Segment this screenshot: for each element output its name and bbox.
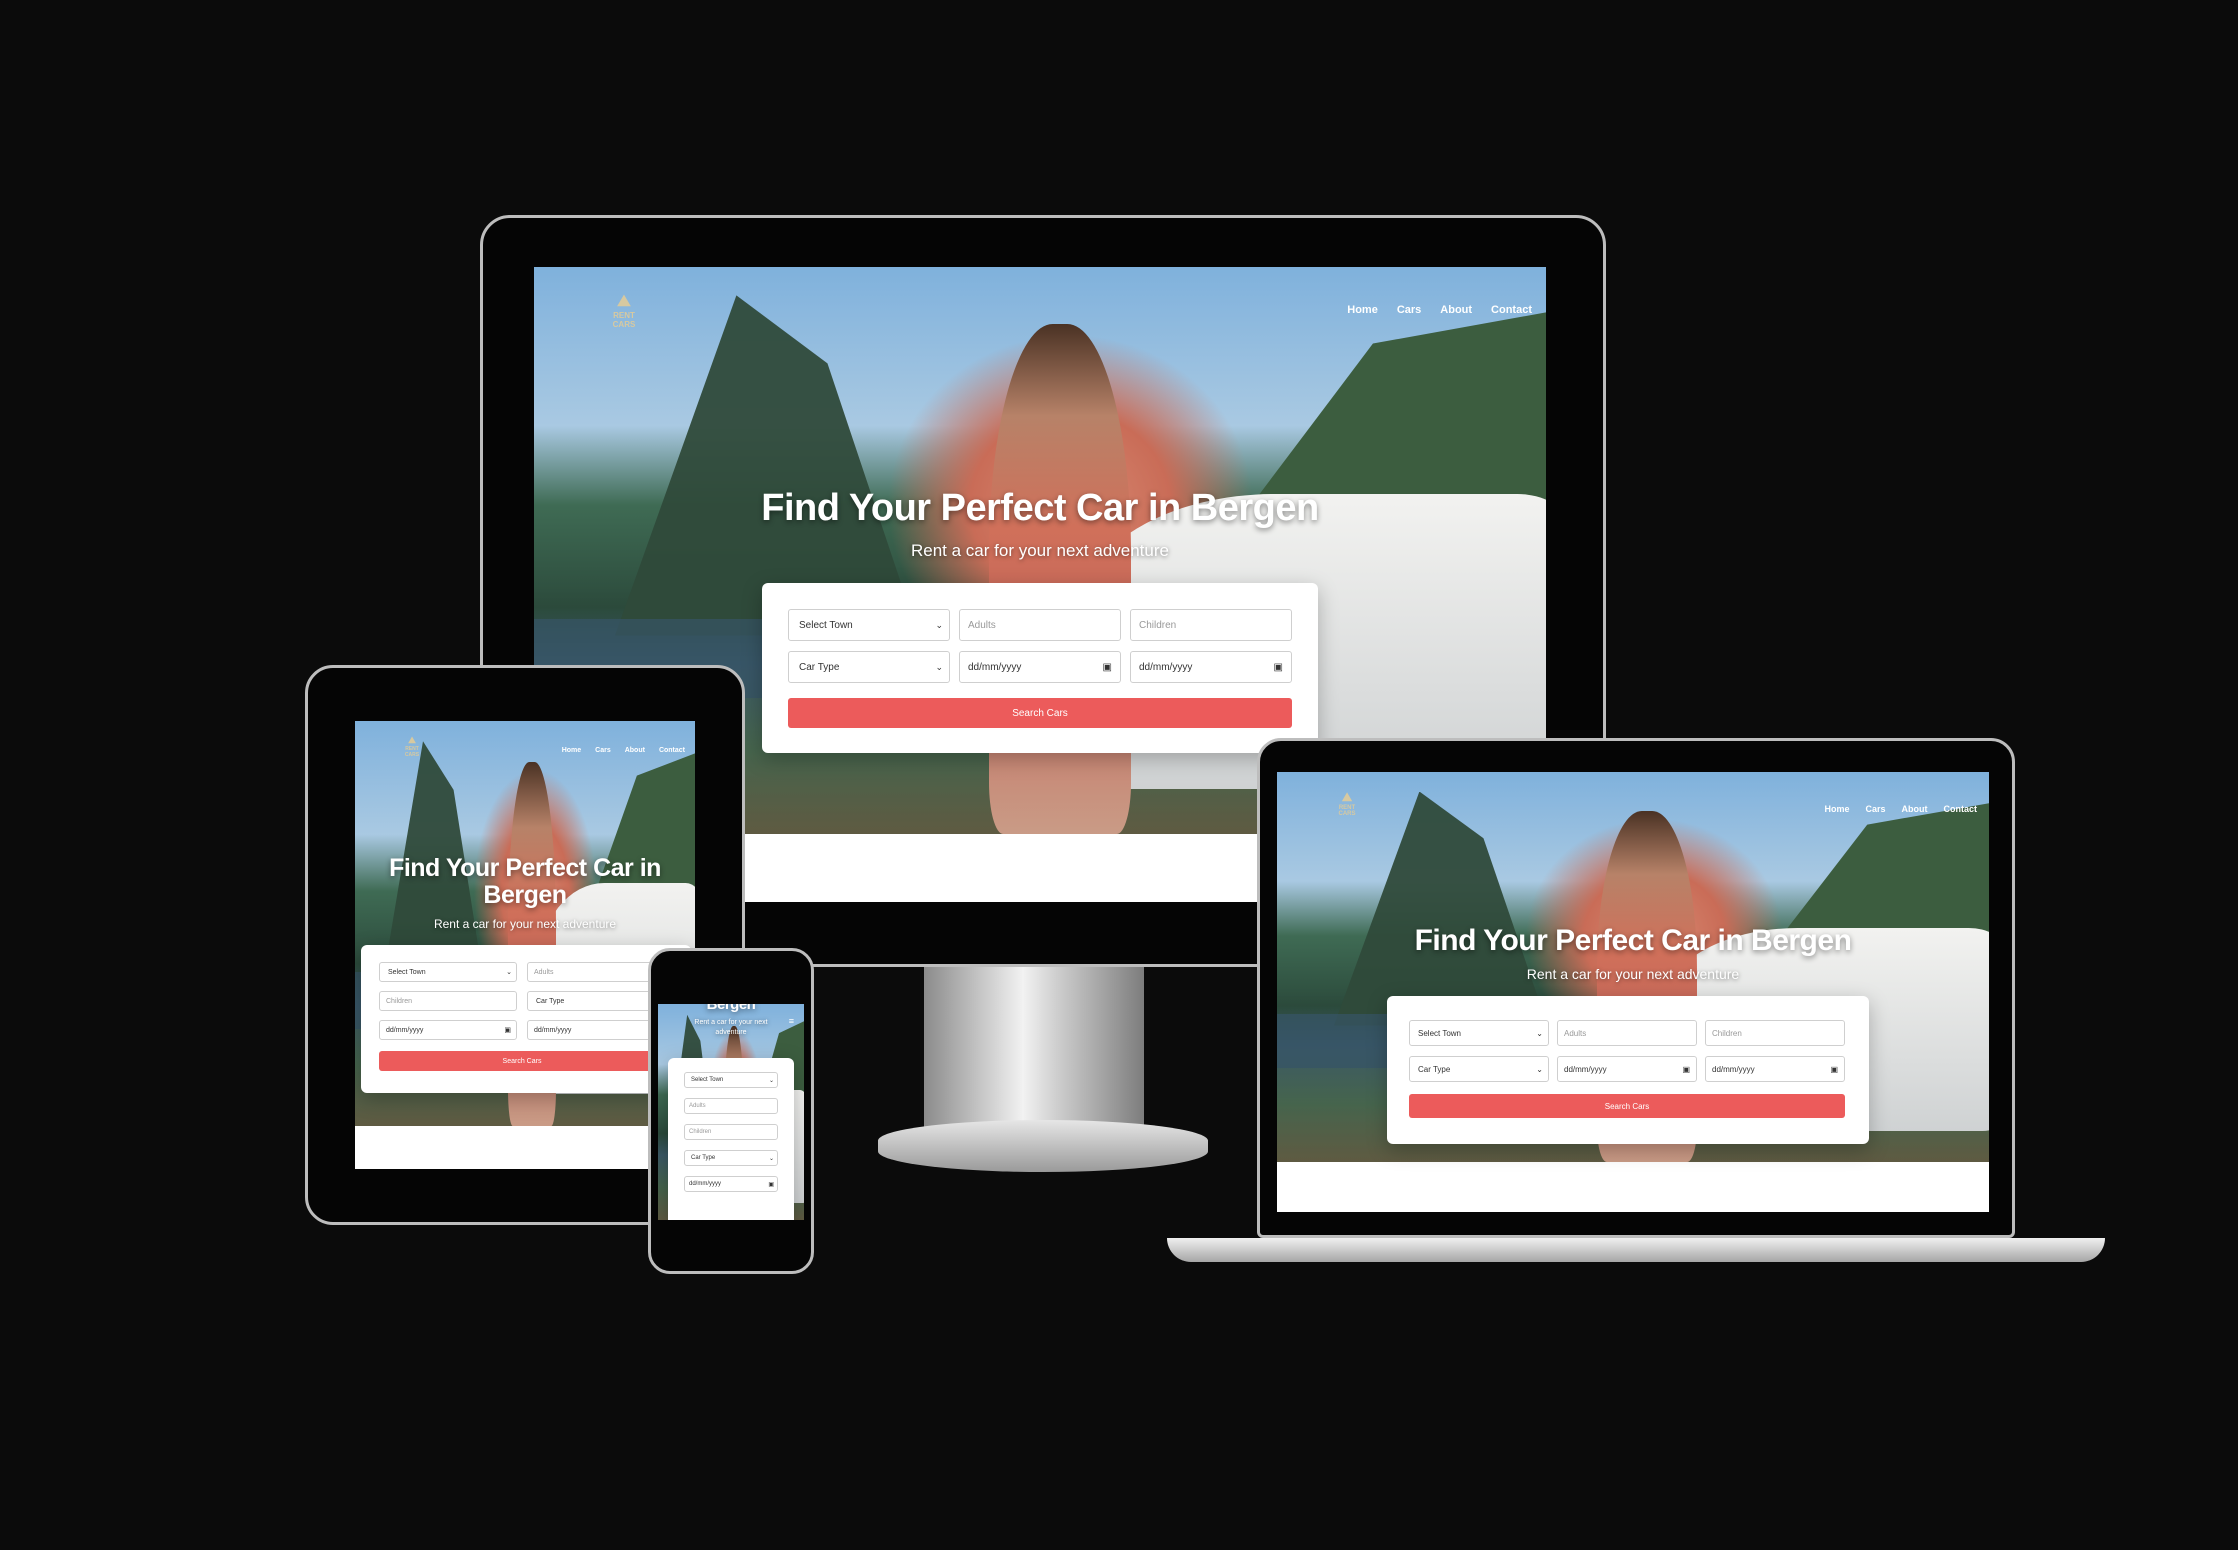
town-select[interactable]: Select Town ⌄ — [788, 609, 950, 641]
calendar-icon[interactable]: ▣ — [768, 1181, 774, 1188]
nav-home[interactable]: Home — [1824, 804, 1849, 814]
search-cars-button[interactable]: Search Cars — [1409, 1094, 1845, 1118]
date-to-input[interactable]: dd/mm/yyyy ▣ — [1705, 1056, 1845, 1082]
chevron-down-icon: ⌄ — [935, 619, 943, 630]
phone: Bergen Rent a car for your next adventure… — [648, 948, 814, 1274]
hero-subtitle: Rent a car for your next adventure — [1526, 966, 1740, 982]
date-to-input[interactable]: dd/mm/yyyy ▣ — [1130, 651, 1292, 683]
date-from-input[interactable]: dd/mm/yyyy ▣ — [1557, 1056, 1697, 1082]
search-form: Select Town ⌄ Adults Children Car Type ⌄ d… — [668, 1058, 794, 1220]
adults-input[interactable]: Adults — [959, 609, 1121, 641]
car-type-select[interactable]: Car Type ⌄ — [684, 1150, 778, 1166]
site-logo[interactable]: ⛰ RENT CARS — [606, 293, 642, 329]
nav-contact[interactable]: Contact — [659, 747, 685, 754]
site-logo[interactable]: ⛰ RENT CARS — [1333, 790, 1361, 817]
nav-cars[interactable]: Cars — [1397, 304, 1421, 316]
date-to-input[interactable]: dd/mm/yyyy — [527, 1020, 665, 1040]
chevron-down-icon: ⌄ — [1536, 1064, 1543, 1074]
nav-about[interactable]: About — [1440, 304, 1472, 316]
chevron-down-icon: ⌄ — [506, 969, 512, 976]
hero-title: Bergen — [706, 1004, 756, 1013]
main-nav: Home Cars About Contact — [1824, 804, 1977, 814]
town-select[interactable]: Select Town ⌄ — [1409, 1020, 1549, 1046]
calendar-icon[interactable]: ▣ — [1274, 662, 1283, 673]
calendar-icon[interactable]: ▣ — [1103, 662, 1112, 673]
nav-contact[interactable]: Contact — [1491, 304, 1532, 316]
nav-about[interactable]: About — [1902, 804, 1928, 814]
children-input[interactable]: Children — [1130, 609, 1292, 641]
chevron-down-icon: ⌄ — [768, 1155, 774, 1162]
calendar-icon[interactable]: ▣ — [1682, 1065, 1690, 1074]
children-input[interactable]: Children — [379, 991, 517, 1011]
nav-cars[interactable]: Cars — [1865, 804, 1885, 814]
monitor-stand-base — [878, 1120, 1208, 1172]
hero-title: Find Your Perfect Car in Bergen — [389, 854, 661, 909]
laptop: ⛰ RENT CARS Home Cars About Contact Find … — [1167, 738, 2105, 1278]
search-form: Select Town ⌄ Adults Children Car Type ⌄ d… — [1387, 996, 1869, 1144]
children-input[interactable]: Children — [1705, 1020, 1845, 1046]
main-nav: Home Cars About Contact — [562, 747, 685, 754]
site-logo[interactable]: ⛰ RENT CARS — [401, 735, 423, 758]
car-type-select[interactable]: Car Type ⌄ — [1409, 1056, 1549, 1082]
date-from-input[interactable]: dd/mm/yyyy ▣ — [379, 1020, 517, 1040]
nav-about[interactable]: About — [625, 747, 645, 754]
nav-home[interactable]: Home — [562, 747, 581, 754]
adults-input[interactable]: Adults — [527, 962, 665, 982]
car-type-select[interactable]: Car Type — [527, 991, 665, 1011]
search-form: Select Town ⌄ Adults Children Car Type ⌄ d… — [762, 583, 1318, 753]
hero-title: Find Your Perfect Car in Bergen — [1414, 924, 1852, 957]
main-nav: Home Cars About Contact — [1347, 304, 1532, 316]
calendar-icon[interactable]: ▣ — [504, 1026, 511, 1034]
hero-title: Find Your Perfect Car in Bergen — [761, 487, 1319, 529]
car-type-select[interactable]: Car Type ⌄ — [788, 651, 950, 683]
hero-subtitle: Rent a car for your next adventure — [433, 917, 617, 931]
search-form: Select Town ⌄ Adults Children Car Type dd… — [361, 945, 691, 1093]
laptop-base — [1167, 1238, 2105, 1262]
search-cars-button[interactable]: Search Cars — [379, 1051, 665, 1071]
calendar-icon[interactable]: ▣ — [1830, 1065, 1838, 1074]
hero-subtitle: Rent a car for your next adventure — [911, 541, 1169, 560]
chevron-down-icon: ⌄ — [1536, 1028, 1543, 1038]
adults-input[interactable]: Adults — [684, 1098, 778, 1114]
nav-contact[interactable]: Contact — [1944, 804, 1978, 814]
phone-screen: Bergen Rent a car for your next adventure… — [658, 1004, 804, 1220]
town-select[interactable]: Select Town ⌄ — [684, 1072, 778, 1088]
nav-cars[interactable]: Cars — [595, 747, 611, 754]
laptop-screen: ⛰ RENT CARS Home Cars About Contact Find … — [1277, 772, 1989, 1212]
search-cars-button[interactable]: Search Cars — [788, 698, 1292, 728]
nav-home[interactable]: Home — [1347, 304, 1378, 316]
monitor-stand — [924, 967, 1144, 1137]
chevron-down-icon: ⌄ — [935, 661, 943, 672]
hero-subtitle: Rent a car for your next adventure — [694, 1019, 768, 1036]
children-input[interactable]: Children — [684, 1124, 778, 1140]
date-from-input[interactable]: dd/mm/yyyy ▣ — [684, 1176, 778, 1192]
adults-input[interactable]: Adults — [1557, 1020, 1697, 1046]
town-select[interactable]: Select Town ⌄ — [379, 962, 517, 982]
tablet-screen: ⛰ RENT CARS Home Cars About Contact Find … — [355, 721, 695, 1169]
hamburger-icon[interactable]: ≡ — [789, 1016, 794, 1026]
date-from-input[interactable]: dd/mm/yyyy ▣ — [959, 651, 1121, 683]
chevron-down-icon: ⌄ — [768, 1077, 774, 1084]
